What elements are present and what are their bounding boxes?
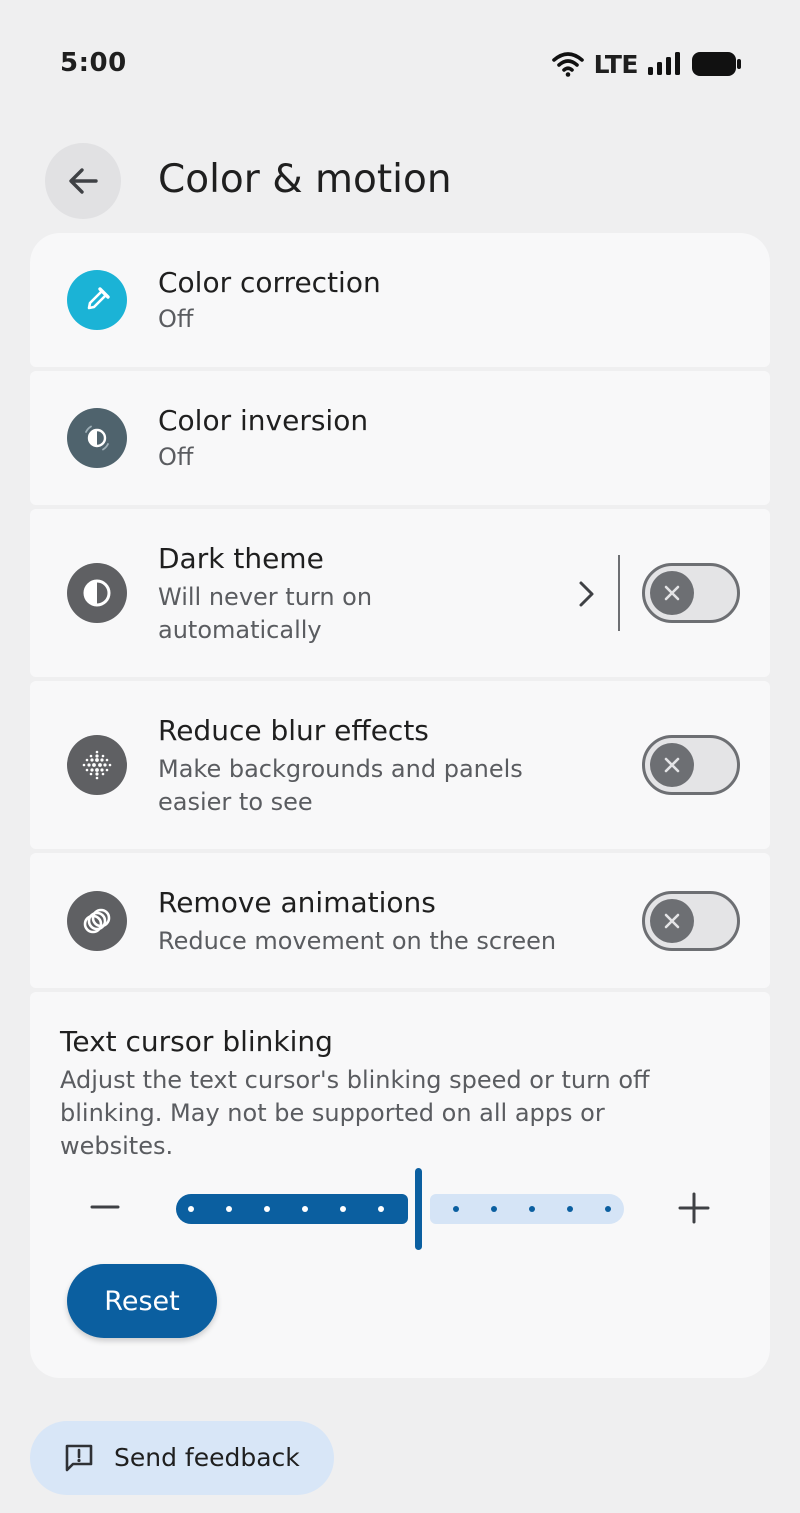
status-icons: LTE: [551, 48, 742, 80]
remove-animations-toggle[interactable]: [642, 891, 740, 951]
slider-tick: [188, 1206, 194, 1212]
toggle-knob: [650, 571, 694, 615]
blink-speed-slider[interactable]: [176, 1166, 626, 1250]
setting-subtitle: Will never turn on automatically: [158, 583, 373, 644]
send-feedback-button[interactable]: Send feedback: [30, 1421, 334, 1495]
setting-title: Color inversion: [158, 404, 369, 437]
color-inversion-icon: [67, 408, 127, 468]
toggle-knob: [650, 899, 694, 943]
slider-thumb[interactable]: [415, 1168, 422, 1250]
setting-remove-animations[interactable]: Remove animations Reduce movement on the…: [30, 853, 770, 988]
battery-icon: [692, 52, 741, 76]
arrow-back-icon: [69, 168, 98, 194]
close-icon: [664, 757, 680, 773]
slider-active-track: [176, 1194, 408, 1224]
overlapping-rings-icon: [67, 891, 127, 951]
wifi-icon: [551, 52, 584, 77]
slider-tick: [264, 1206, 270, 1212]
dot-grid-icon: [67, 735, 127, 795]
plus-icon: [678, 1192, 710, 1224]
slider-tick: [567, 1206, 573, 1212]
slider-tick: [605, 1206, 611, 1212]
close-icon: [664, 913, 680, 929]
slider-tick: [529, 1206, 535, 1212]
minus-icon: [90, 1205, 120, 1209]
slider-tick: [226, 1206, 232, 1212]
setting-title: Dark theme: [158, 542, 324, 575]
text-cursor-blinking-section: Text cursor blinking Adjust the text cur…: [30, 992, 770, 1378]
setting-subtitle: Off: [158, 443, 194, 471]
setting-dark-theme[interactable]: Dark theme Will never turn on automatica…: [30, 509, 770, 677]
setting-subtitle: Reduce movement on the screen: [158, 927, 557, 955]
back-button[interactable]: [45, 143, 121, 219]
status-bar: 5:00 LTE: [0, 0, 800, 110]
feedback-icon: [65, 1444, 93, 1472]
section-title: Text cursor blinking: [60, 1025, 333, 1058]
contrast-icon: [67, 563, 127, 623]
status-time: 5:00: [60, 48, 127, 78]
decrease-button[interactable]: [88, 1190, 122, 1224]
setting-title: Remove animations: [158, 886, 436, 919]
reduce-blur-toggle[interactable]: [642, 735, 740, 795]
setting-color-correction[interactable]: Color correction Off: [30, 233, 770, 367]
setting-title: Color correction: [158, 266, 381, 299]
close-icon: [664, 585, 680, 601]
cellular-signal-icon: [648, 52, 680, 75]
page-title: Color & motion: [158, 157, 452, 202]
dark-theme-toggle[interactable]: [642, 563, 740, 623]
chevron-right-icon[interactable]: [574, 579, 598, 609]
toggle-knob: [650, 743, 694, 787]
setting-subtitle: Off: [158, 305, 194, 333]
slider-inactive-track: [430, 1194, 624, 1224]
reset-button[interactable]: Reset: [67, 1264, 217, 1338]
section-description: Adjust the text cursor's blinking speed …: [60, 1066, 650, 1160]
feedback-label: Send feedback: [114, 1443, 300, 1472]
slider-tick: [453, 1206, 459, 1212]
setting-color-inversion[interactable]: Color inversion Off: [30, 371, 770, 505]
slider-tick: [302, 1206, 308, 1212]
increase-button[interactable]: [676, 1190, 712, 1226]
network-type: LTE: [593, 49, 639, 79]
slider-tick: [378, 1206, 384, 1212]
setting-reduce-blur[interactable]: Reduce blur effects Make backgrounds and…: [30, 681, 770, 849]
slider-tick: [491, 1206, 497, 1212]
setting-title: Reduce blur effects: [158, 714, 429, 747]
divider: [618, 555, 620, 631]
setting-subtitle: Make backgrounds and panels easier to se…: [158, 755, 523, 816]
eyedropper-icon: [67, 270, 127, 330]
slider-tick: [340, 1206, 346, 1212]
